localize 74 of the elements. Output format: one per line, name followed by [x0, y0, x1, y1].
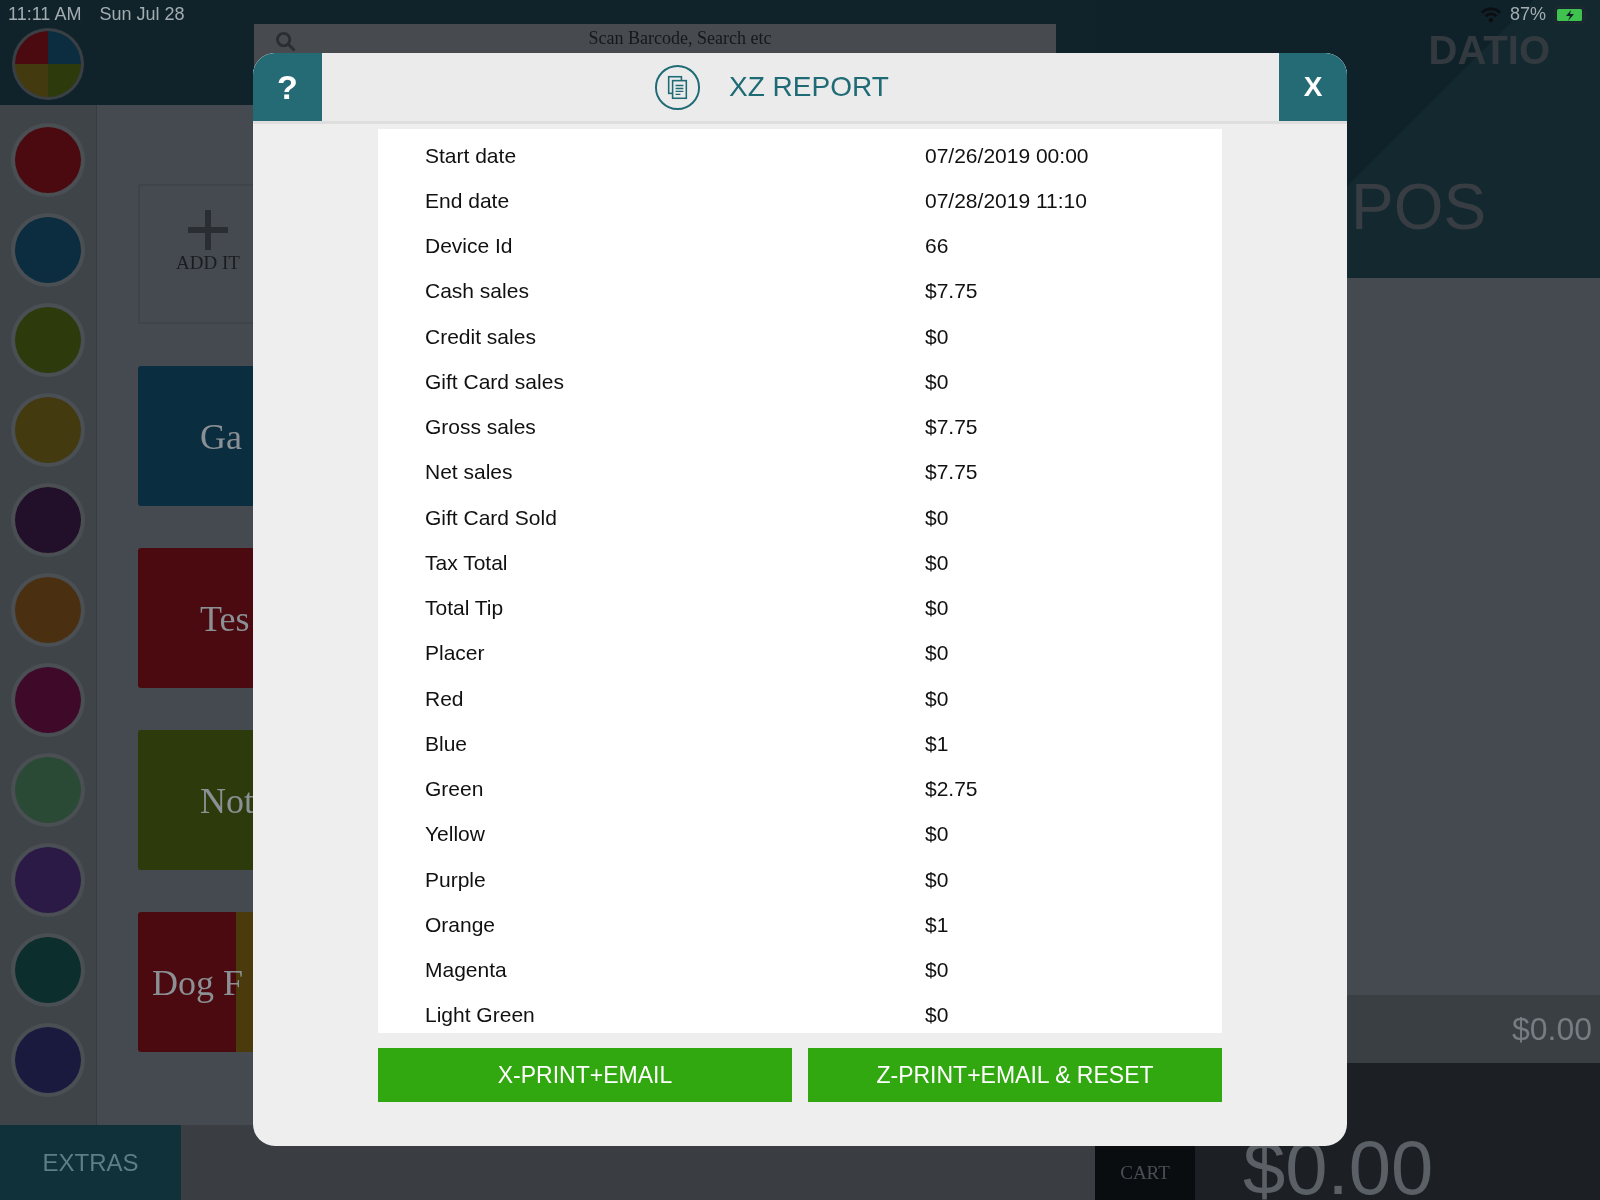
battery-percent: 87%	[1509, 4, 1546, 25]
report-label: Orange	[425, 912, 497, 937]
report-value: $7.75	[925, 415, 978, 440]
report-value: $0	[925, 550, 949, 575]
report-label: Red	[425, 686, 465, 711]
item-label: Not	[200, 781, 254, 821]
category-button[interactable]	[15, 307, 81, 373]
report-value: $0	[925, 596, 949, 621]
report-value: 07/28/2019 11:10	[925, 188, 1087, 213]
category-button[interactable]	[15, 577, 81, 643]
report-value: $0	[925, 822, 949, 847]
print-button[interactable]: Z-PRINT+EMAIL & RESET	[808, 1048, 1222, 1102]
report-value: $0	[925, 867, 949, 892]
report-value: $0	[925, 369, 949, 394]
category-button[interactable]	[15, 1027, 81, 1093]
report-value: $1	[925, 731, 949, 756]
status-date: Sun Jul 28	[99, 4, 185, 25]
item-tile[interactable]: Tes	[138, 548, 254, 688]
report-label: Yellow	[425, 822, 486, 847]
search-icon	[276, 32, 296, 52]
report-label: Placer	[425, 641, 486, 666]
category-button[interactable]	[15, 937, 81, 1003]
report-label: Gift Card sales	[425, 369, 565, 394]
report-value: $7.75	[925, 460, 978, 485]
item-tile[interactable]: Ga	[138, 366, 254, 506]
report-label: End date	[425, 188, 511, 213]
report-label: Total Tip	[425, 596, 505, 621]
print-button[interactable]: X-PRINT+EMAIL	[378, 1048, 792, 1102]
close-button[interactable]: X	[1279, 53, 1347, 121]
status-time: 11:11 AM	[8, 4, 82, 25]
report-value: 66	[925, 234, 949, 259]
report-label: Tax Total	[425, 550, 509, 575]
report-value: $1	[925, 912, 949, 937]
report-value: $2.75	[925, 777, 978, 802]
report-value: $0	[925, 958, 949, 983]
subtotal-amount: $0.00	[1511, 1010, 1592, 1048]
category-button[interactable]	[15, 217, 81, 283]
report-value: $0	[925, 324, 949, 349]
report-label: Gross sales	[425, 415, 537, 440]
category-button[interactable]	[15, 127, 81, 193]
plus-icon	[188, 210, 228, 250]
report-label: Start date	[425, 143, 518, 168]
report-label: Blue	[425, 731, 469, 756]
category-button[interactable]	[15, 757, 81, 823]
category-button[interactable]	[15, 397, 81, 463]
report-value: $0	[925, 641, 949, 666]
report-label: Net sales	[425, 460, 514, 485]
wifi-icon	[1479, 6, 1502, 23]
item-label: Dog F	[152, 963, 244, 1003]
color-wheel-icon[interactable]	[10, 26, 86, 102]
report-label: Green	[425, 777, 485, 802]
report-icon	[654, 63, 701, 111]
help-button[interactable]: ?	[253, 53, 322, 121]
item-label: Tes	[200, 599, 250, 639]
extras-button[interactable]: EXTRAS	[0, 1125, 181, 1200]
report-value: $0	[925, 505, 949, 530]
item-tile[interactable]: Not	[138, 730, 254, 870]
report-label: Cash sales	[425, 279, 530, 304]
report-label: Light Green	[425, 1003, 536, 1028]
category-button[interactable]	[15, 667, 81, 733]
report-value: $7.75	[925, 279, 978, 304]
report-label: Credit sales	[425, 324, 537, 349]
report-value: $0	[925, 1003, 949, 1028]
category-button[interactable]	[15, 847, 81, 913]
item-tile[interactable]: Dog F	[138, 912, 254, 1052]
report-label: Gift Card Sold	[425, 505, 558, 530]
report-value: $0	[925, 686, 949, 711]
report-value: 07/26/2019 00:00	[925, 143, 1089, 168]
item-label: Ga	[200, 417, 242, 457]
battery-icon	[1554, 5, 1588, 24]
report-label: Purple	[425, 867, 487, 892]
category-button[interactable]	[15, 487, 81, 553]
report-label: Magenta	[425, 958, 508, 983]
report-label: Device Id	[425, 234, 514, 259]
